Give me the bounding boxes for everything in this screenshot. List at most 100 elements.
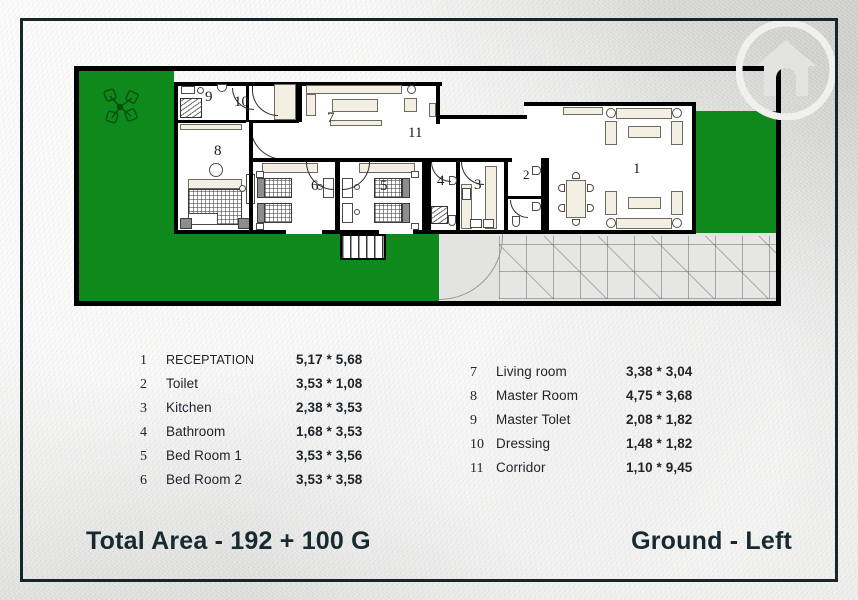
room-number-5: 5: [380, 178, 388, 194]
wall-bath-right: [456, 158, 460, 234]
reception-coffee-table-bottom: [628, 197, 661, 209]
wall-reception-top: [524, 102, 696, 106]
wall-master-toilet-bottom: [178, 120, 246, 123]
bed1-single-b: [374, 203, 402, 223]
plot-outline-top: [74, 66, 781, 71]
reception-armchair-left-bottom: [605, 191, 617, 215]
legend-room-name: RECEPTATION: [166, 353, 255, 367]
room-number-4: 4: [437, 173, 445, 189]
legend-room-name: Kitchen: [166, 400, 212, 415]
sofa-living-top: [306, 85, 402, 94]
toilet-basin-2b: [532, 202, 541, 211]
legend-row: 4 Bathroom 1,68 * 3,53: [140, 424, 362, 448]
kitchen-sink: [462, 188, 471, 200]
legend-number: 5: [140, 449, 147, 464]
shower-tray-9: [180, 98, 202, 118]
bed1-single-a: [374, 178, 402, 198]
floor-label: Ground - Left: [631, 527, 792, 555]
legend-room-name: Master Tolet: [496, 412, 571, 427]
room-number-8: 8: [214, 143, 222, 159]
wall-reception-left: [545, 158, 549, 234]
tv-console-living: [330, 120, 382, 126]
legend-number: 7: [470, 365, 477, 380]
legend-dimension: 3,53 * 3,56: [296, 448, 363, 463]
garden-tree-icon: [103, 88, 139, 124]
bed2-single-b: [264, 203, 292, 223]
legend-room-name: Master Room: [496, 388, 579, 403]
sofa-living-left: [306, 94, 316, 116]
wall-corridor-top: [439, 115, 527, 119]
opening-bed1-south: [379, 229, 413, 234]
legend-dimension: 5,17 * 5,68: [296, 352, 363, 367]
legend-row: 7 Living room 3,38 * 3,04: [470, 364, 692, 388]
legend-room-name: Bathroom: [166, 424, 226, 439]
legend-number: 8: [470, 389, 477, 404]
headboard-master-bed: [188, 179, 242, 189]
legend-dimension: 3,53 * 1,08: [296, 376, 363, 391]
dresser-master-bedroom: [180, 124, 242, 130]
wall-toilet-split: [508, 196, 542, 199]
legend-room-name: Living room: [496, 364, 567, 379]
toilet-basin-2: [532, 166, 541, 175]
room-number-11: 11: [408, 125, 423, 141]
floor-plan-page: 9 10 7 8 11 6 5 4 3 2 1 1 RECEPTATION 5,…: [0, 0, 858, 600]
desk-chair-bed1-lower: [354, 209, 360, 215]
plot-outline-bottom: [74, 301, 781, 306]
bed2-nightstand-bottom: [256, 223, 264, 230]
floor-plan-drawing: 9 10 7 8 11 6 5 4 3 2 1: [74, 66, 781, 306]
wall-corridor-left: [249, 123, 253, 233]
legend-room-name: Corridor: [496, 460, 546, 475]
legend-row: 9 Master Tolet 2,08 * 1,82: [470, 412, 692, 436]
legend-dimension: 2,38 * 3,53: [296, 400, 363, 415]
total-area-label: Total Area - 192 + 100 G: [86, 527, 371, 555]
dining-chair-3: [558, 184, 565, 192]
reception-sofa-top: [616, 108, 672, 119]
toilet-wc-fixture-9: [181, 86, 195, 94]
bed1-nightstand-top: [411, 171, 419, 178]
garden-front: [174, 233, 439, 301]
toilet-basin-9: [197, 87, 204, 94]
room-number-7: 7: [327, 110, 335, 126]
bed2-single-a: [264, 178, 292, 198]
cabinet-living-right: [429, 103, 436, 117]
legend-row: 3 Kitchen 2,38 * 3,53: [140, 400, 362, 424]
ceiling-lamp-master: [209, 163, 223, 177]
dining-chair-4: [558, 204, 565, 212]
house-in-circle-logo: [736, 20, 836, 120]
legend-dimension: 1,68 * 3,53: [296, 424, 363, 439]
room-number-1: 1: [633, 161, 641, 177]
kitchen-overhead-shelf: [563, 107, 603, 115]
room-number-9: 9: [205, 89, 213, 105]
wall-living-right: [436, 82, 440, 124]
legend-row: 5 Bed Room 1 3,53 * 3,56: [140, 448, 362, 472]
coffee-table-living: [332, 99, 378, 112]
reception-corner-bottom-left: [606, 218, 616, 228]
reception-armchair-right-bottom: [671, 191, 683, 215]
legend-room-name: Toilet: [166, 376, 199, 391]
legend-room-name: Bed Room 2: [166, 472, 243, 487]
toilet-wc-2: [512, 216, 520, 227]
legend-dimension: 1,48 * 1,82: [626, 436, 693, 451]
legend-number: 6: [140, 473, 147, 488]
wall-dressing-bottom: [249, 120, 299, 123]
dining-table: [566, 180, 586, 218]
legend-column-right: 7 Living room 3,38 * 3,04 8 Master Room …: [470, 364, 692, 484]
bed1-headboard-b: [402, 203, 410, 223]
wall-bed2-right: [335, 158, 340, 234]
legend-dimension: 3,53 * 3,58: [296, 472, 363, 487]
bed2-headboard-b: [257, 203, 265, 223]
reception-sofa-bottom: [616, 218, 672, 229]
legend-row: 2 Toilet 3,53 * 1,08: [140, 376, 362, 400]
room-number-3: 3: [474, 177, 482, 193]
bed2-headboard-a: [257, 178, 265, 198]
room-legend: 1 RECEPTATION 5,17 * 5,68 2 Toilet 3,53 …: [140, 352, 760, 488]
legend-room-name: Dressing: [496, 436, 551, 451]
wc-fixture-4: [448, 215, 456, 226]
reception-corner-top-left: [606, 108, 616, 118]
armchair-living: [404, 98, 417, 112]
kitchen-stove: [470, 219, 482, 228]
shower-tray-4: [431, 206, 448, 224]
reception-corner-top-right: [672, 108, 682, 118]
reception-armchair-left-top: [605, 121, 617, 145]
dining-chair-1: [572, 172, 580, 179]
